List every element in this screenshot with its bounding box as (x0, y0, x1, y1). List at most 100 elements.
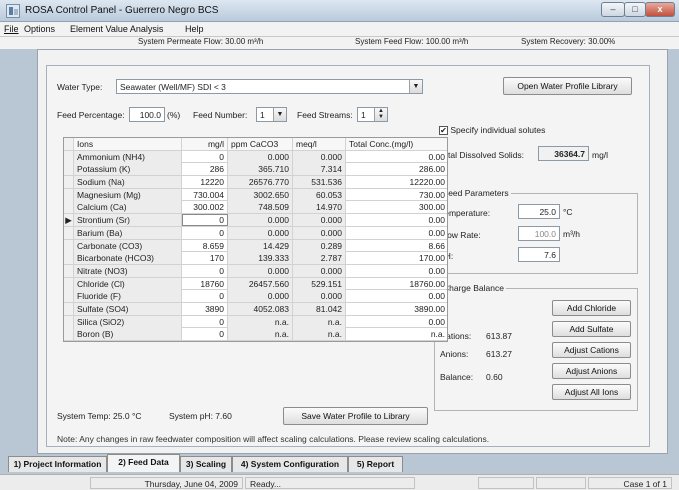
ppm-caco3-cell: 0.000 (228, 226, 293, 239)
table-row[interactable]: Silica (SiO2) 0 n.a. n.a. 0.00 (64, 315, 447, 329)
table-row[interactable]: Carbonate (CO3) 8.659 14.429 0.289 8.66 (64, 239, 447, 253)
tab-system-configuration[interactable]: 4) System Configuration (232, 456, 348, 472)
ion-name-cell: Ammonium (NH4) (74, 150, 182, 163)
row-selector[interactable] (64, 277, 74, 290)
total-conc-cell: 0.00 (428, 215, 445, 226)
row-selector[interactable] (64, 315, 74, 328)
specify-solutes-label: Specify individual solutes (450, 125, 546, 135)
table-header-row: Ions mg/l ppm CaCO3 meq/l Total Conc.(mg… (64, 138, 447, 151)
temperature-input[interactable]: 25.0 (518, 204, 560, 219)
feed-parameters-group: Feed Parameters Temperature: 25.0 °C Flo… (434, 188, 638, 274)
meql-cell: 7.314 (293, 163, 346, 176)
row-selector[interactable] (64, 302, 74, 315)
adjust-anions-button[interactable]: Adjust Anions (552, 363, 631, 379)
save-water-profile-button[interactable]: Save Water Profile to Library (283, 407, 428, 425)
ion-name-cell: Magnesium (Mg) (74, 188, 182, 201)
feed-streams-stepper[interactable]: 1 ▲ ▼ (357, 107, 388, 122)
mgl-cell[interactable]: 0 (182, 315, 228, 328)
menu-help[interactable]: Help (185, 24, 204, 34)
meql-cell: 81.042 (293, 302, 346, 315)
ions-table-body: Ammonium (NH4) 0 0.000 0.000 0.00 Potassium (… (64, 150, 447, 341)
feed-number-select[interactable]: 1 ▼ (256, 107, 287, 122)
row-selector[interactable] (64, 226, 74, 239)
table-row[interactable]: Ammonium (NH4) 0 0.000 0.000 0.00 (64, 150, 447, 164)
table-row[interactable]: Magnesium (Mg) 730.004 3002.650 60.053 730.0… (64, 188, 447, 202)
mgl-cell[interactable]: 12220 (182, 176, 228, 189)
mgl-cell[interactable]: 8.659 (182, 239, 228, 252)
ph-input[interactable]: 7.6 (518, 247, 560, 262)
mgl-cell[interactable]: 286 (182, 163, 228, 176)
tab-report[interactable]: 5) Report (348, 456, 403, 472)
table-row[interactable]: Barium (Ba) 0 0.000 0.000 0.00 (64, 226, 447, 240)
total-conc-cell: 300.00 (419, 202, 445, 213)
mgl-cell[interactable]: 0 (182, 226, 228, 239)
table-row[interactable]: Boron (B) 0 n.a. n.a. n.a. (64, 328, 447, 341)
adjust-all-ions-button[interactable]: Adjust All Ions (552, 384, 631, 400)
open-water-library-button[interactable]: Open Water Profile Library (503, 77, 632, 95)
mgl-cell[interactable]: 0 (182, 290, 228, 303)
checkmark-icon: ✔ (439, 126, 448, 136)
mgl-cell[interactable]: 18760 (182, 277, 228, 290)
mgl-cell[interactable]: 300.002 (182, 201, 228, 214)
table-row[interactable]: Sulfate (SO4) 3890 4052.083 81.042 3890.00 (64, 302, 447, 316)
row-selector[interactable] (64, 252, 74, 265)
adjust-cations-button[interactable]: Adjust Cations (552, 342, 631, 358)
row-selector[interactable] (64, 264, 74, 277)
total-conc-cell: 0.00 (428, 227, 445, 238)
specify-solutes-checkbox[interactable]: ✔ Specify individual solutes (439, 125, 546, 136)
row-selector[interactable] (64, 188, 74, 201)
total-conc-cell: 0.00 (428, 265, 445, 276)
meql-cell: 0.000 (293, 226, 346, 239)
total-conc-cell: 3890.00 (414, 303, 445, 314)
mgl-cell[interactable]: 730.004 (182, 188, 228, 201)
row-selector[interactable] (64, 290, 74, 303)
table-row[interactable]: ▶ Strontium (Sr) 0 0.000 0.000 0.00 (64, 214, 447, 227)
feed-percentage-input[interactable]: 100.0 (129, 107, 165, 122)
add-sulfate-button[interactable]: Add Sulfate (552, 321, 631, 337)
row-selector[interactable] (64, 239, 74, 252)
tab-feed-data[interactable]: 2) Feed Data (107, 454, 180, 472)
mgl-cell[interactable]: 3890 (182, 302, 228, 315)
row-selector[interactable] (64, 328, 74, 341)
ppm-caco3-cell: 3002.650 (228, 188, 293, 201)
row-selector[interactable] (64, 201, 74, 214)
menu-element-value-analysis[interactable]: Element Value Analysis (70, 24, 163, 34)
water-type-value: Seawater (Well/MF) SDI < 3 (120, 82, 226, 92)
row-selector[interactable] (64, 150, 74, 163)
add-chloride-button[interactable]: Add Chloride (552, 300, 631, 316)
mgl-cell[interactable]: 0 (182, 150, 228, 163)
menu-options[interactable]: Options (24, 24, 55, 34)
ppm-caco3-cell: 26457.560 (228, 277, 293, 290)
mgl-cell[interactable]: 0 (182, 264, 228, 277)
table-row[interactable]: Sodium (Na) 12220 26576.770 531.536 12220.00 (64, 176, 447, 189)
row-selector[interactable]: ▶ (64, 214, 74, 227)
water-type-select[interactable]: Seawater (Well/MF) SDI < 3 ▼ (116, 79, 423, 94)
row-selector[interactable] (64, 163, 74, 176)
table-row[interactable]: Calcium (Ca) 300.002 748.509 14.970 300.00 (64, 201, 447, 215)
ions-table[interactable]: Ions mg/l ppm CaCO3 meq/l Total Conc.(mg… (63, 137, 448, 342)
ppm-caco3-cell: 0.000 (228, 214, 293, 227)
meql-cell: n.a. (293, 315, 346, 328)
minimize-button[interactable]: – (601, 2, 625, 17)
row-selector[interactable] (64, 176, 74, 189)
mgl-cell[interactable]: 0 (182, 214, 228, 227)
mgl-cell[interactable]: 0 (182, 328, 228, 341)
total-conc-cell: 0.00 (428, 151, 445, 162)
table-row[interactable]: Bicarbonate (HCO3) 170 139.333 2.787 170.00 (64, 252, 447, 265)
table-row[interactable]: Nitrate (NO3) 0 0.000 0.000 0.00 (64, 264, 447, 278)
table-row[interactable]: Chloride (Cl) 18760 26457.560 529.151 18760.… (64, 277, 447, 291)
menu-file[interactable]: File (4, 24, 19, 34)
scaling-note: Note: Any changes in raw feedwater compo… (57, 434, 490, 444)
close-button[interactable]: x (645, 2, 675, 17)
tab-project-information[interactable]: 1) Project Information (8, 456, 107, 472)
table-row[interactable]: Fluoride (F) 0 0.000 0.000 0.00 (64, 290, 447, 303)
water-type-label: Water Type: (57, 82, 103, 92)
spinner-arrows-icon[interactable]: ▲ ▼ (374, 108, 387, 121)
flow-rate-input[interactable]: 100.0 (518, 226, 560, 241)
mgl-cell[interactable]: 170 (182, 252, 228, 265)
maximize-button[interactable]: □ (624, 2, 646, 17)
table-row[interactable]: Potassium (K) 286 365.710 7.314 286.00 (64, 163, 447, 177)
tab-scaling[interactable]: 3) Scaling (180, 456, 232, 472)
tds-label: Total Dissolved Solids: (439, 150, 525, 160)
feed-percentage-unit: (%) (167, 110, 181, 120)
